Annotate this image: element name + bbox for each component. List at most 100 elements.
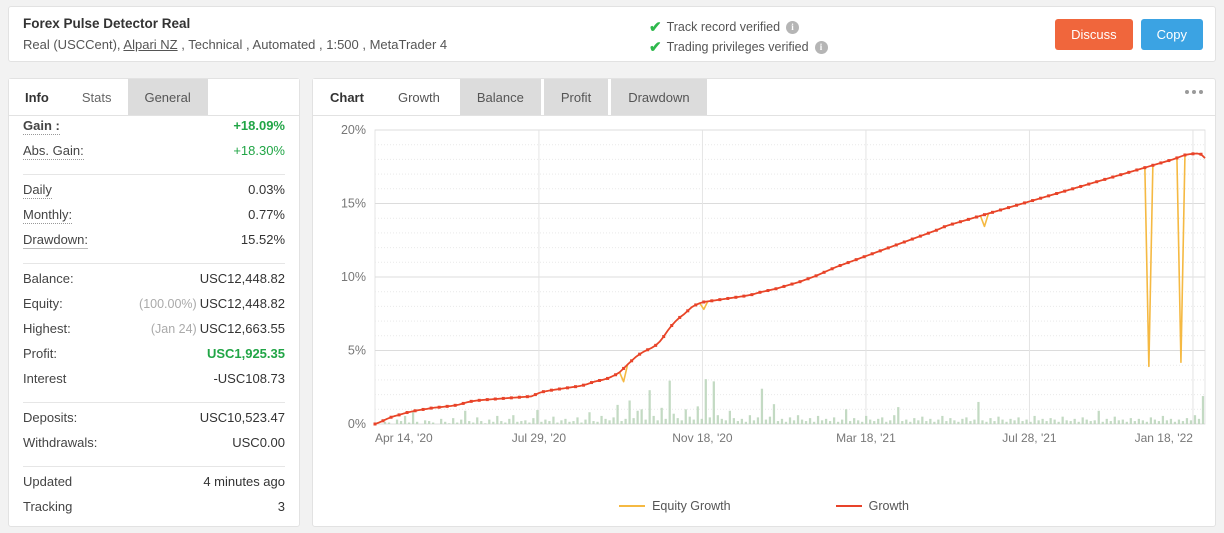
chart-tab-growth[interactable]: Growth: [380, 79, 457, 115]
trade-bar: [1033, 415, 1036, 425]
growth-point: [702, 300, 706, 304]
stat-label[interactable]: Abs. Gain:: [23, 143, 84, 160]
trade-bar: [736, 421, 739, 424]
copy-button[interactable]: Copy: [1140, 19, 1203, 50]
discuss-button[interactable]: Discuss: [1055, 19, 1133, 50]
stat-value: 4 minutes ago: [203, 474, 285, 489]
trade-bar: [395, 419, 399, 424]
growth-point: [838, 264, 842, 268]
growth-point: [549, 388, 553, 392]
growth-point: [493, 397, 497, 401]
trade-bar: [672, 413, 675, 424]
trade-bar: [969, 421, 972, 424]
x-axis-tick-label: Nov 18, '20: [672, 431, 733, 445]
chart-tab-drawdown[interactable]: Drawdown: [611, 79, 707, 115]
stat-label[interactable]: Monthly:: [23, 207, 73, 224]
growth-point: [1063, 189, 1067, 193]
growth-point: [982, 213, 986, 217]
growth-point: [886, 246, 890, 250]
growth-point: [1103, 177, 1107, 181]
growth-point: [774, 287, 778, 291]
growth-point: [1087, 182, 1091, 186]
trade-bar: [428, 421, 431, 424]
legend-item[interactable]: Equity Growth: [619, 499, 731, 513]
growth-point: [846, 261, 850, 265]
trade-bar: [1165, 420, 1169, 424]
stat-label: Balance:: [23, 271, 74, 286]
growth-point: [750, 293, 754, 297]
trade-bar: [913, 418, 916, 424]
account-identity: Forex Pulse Detector Real Real (USCCent)…: [23, 15, 447, 55]
trade-bar: [853, 418, 856, 424]
growth-point: [974, 215, 978, 219]
growth-point: [830, 267, 834, 271]
account-header: Forex Pulse Detector Real Real (USCCent)…: [8, 6, 1216, 62]
legend-label: Equity Growth: [652, 499, 731, 513]
growth-point: [918, 234, 922, 238]
legend-item[interactable]: Growth: [835, 499, 909, 513]
trade-bar: [1017, 417, 1020, 424]
chart-tab-chart[interactable]: Chart: [313, 79, 381, 115]
stat-value-wrap: +18.09%: [233, 118, 285, 133]
trade-bar: [909, 421, 912, 425]
stat-value-wrap: (Jan 24) USC12,663.55: [151, 321, 285, 336]
more-options-icon[interactable]: [1185, 90, 1203, 94]
tab-stats[interactable]: Stats: [65, 79, 129, 115]
growth-point: [910, 237, 914, 241]
trade-bar: [664, 418, 667, 424]
stat-value: USC12,448.82: [199, 296, 285, 311]
tab-general[interactable]: General: [128, 79, 208, 115]
trade-bar: [877, 418, 880, 424]
chart-plot-area: 0% 5% 10% 15% 20% Apr 14, '20 Jul 29, '20 Nov 1…: [313, 116, 1215, 527]
info-icon[interactable]: i: [786, 20, 800, 34]
growth-point: [694, 303, 698, 307]
growth-point: [990, 210, 994, 214]
trade-bar: [399, 421, 403, 424]
stat-value-wrap: -USC108.73: [213, 371, 285, 386]
stat-label[interactable]: Daily: [23, 182, 52, 199]
growth-point: [437, 405, 441, 409]
trade-bar: [668, 380, 671, 424]
broker-link[interactable]: Alpari NZ: [123, 37, 177, 52]
growth-point: [1055, 192, 1059, 195]
trade-bar: [901, 421, 904, 424]
trade-bar: [849, 421, 852, 424]
trade-bar: [1069, 421, 1072, 424]
trade-bar: [452, 418, 455, 424]
growth-point: [654, 343, 658, 347]
trade-bar: [1117, 420, 1120, 424]
trade-bar: [556, 422, 559, 424]
trade-bar: [1009, 418, 1012, 424]
trade-bar: [985, 421, 988, 425]
info-icon[interactable]: i: [814, 40, 828, 54]
trade-bar: [1121, 419, 1124, 424]
trade-bar: [857, 420, 860, 424]
growth-point: [758, 290, 762, 294]
trade-bar: [448, 423, 451, 424]
stat-row: Interest -USC108.73: [23, 371, 285, 396]
growth-point: [966, 217, 970, 221]
growth-point: [822, 270, 826, 274]
stat-row: Withdrawals: USC0.00: [23, 435, 285, 460]
stat-value: +18.09%: [233, 118, 285, 133]
stat-value-wrap: +18.30%: [233, 143, 285, 158]
growth-point: [958, 220, 962, 224]
tab-info[interactable]: Info: [9, 79, 66, 115]
growth-point: [1007, 206, 1011, 210]
trade-bar: [760, 388, 764, 424]
growth-point: [606, 376, 610, 380]
trade-bar: [1101, 421, 1104, 425]
growth-point: [1135, 168, 1139, 172]
stat-label[interactable]: Drawdown:: [23, 232, 89, 249]
stat-value: 15.52%: [240, 232, 285, 247]
trade-bar: [788, 417, 792, 424]
chart-tab-profit[interactable]: Profit: [543, 79, 609, 115]
growth-point: [686, 309, 690, 313]
trade-bar: [748, 415, 752, 424]
growth-point: [598, 378, 602, 382]
stat-label[interactable]: Gain :: [23, 118, 60, 135]
chart-tab-balance[interactable]: Balance: [459, 79, 541, 115]
legend-swatch: [619, 505, 646, 507]
growth-chart[interactable]: 0% 5% 10% 15% 20% Apr 14, '20 Jul 29, '20 Nov 1…: [313, 116, 1215, 476]
page-title: Forex Pulse Detector Real: [23, 16, 191, 31]
